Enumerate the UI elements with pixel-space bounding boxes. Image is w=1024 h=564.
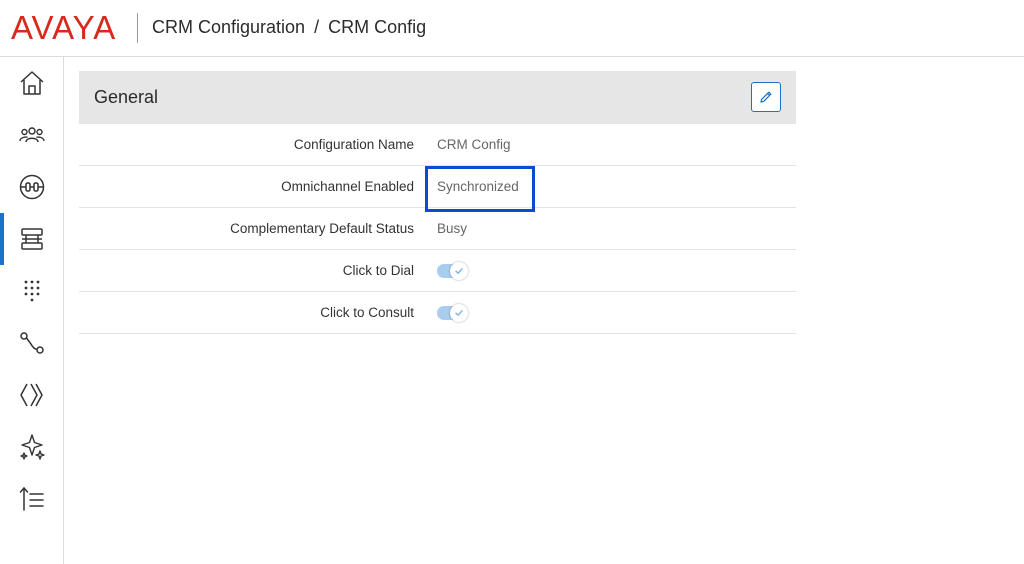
channels-icon [19, 174, 44, 200]
nav-configuration[interactable] [0, 213, 63, 265]
ai-sparkle-icon [19, 434, 45, 460]
breadcrumb-current: CRM Config [328, 17, 427, 37]
side-navigation [0, 57, 64, 564]
avaya-logo[interactable]: AVAYA [11, 9, 116, 46]
users-icon [18, 127, 45, 143]
row-value: Busy [437, 221, 468, 236]
toggle-knob [450, 304, 468, 322]
row-label: Configuration Name [293, 137, 414, 152]
row-configuration-name: Configuration Name CRM Config [79, 124, 796, 166]
check-icon [455, 310, 463, 316]
row-label: Click to Consult [320, 305, 414, 320]
row-complementary-default-status: Complementary Default Status Busy [79, 208, 796, 250]
card-header: General [79, 71, 796, 124]
row-label: Click to Dial [342, 263, 414, 278]
check-icon [455, 268, 463, 274]
routing-icon [19, 332, 44, 354]
row-label: Complementary Default Status [230, 221, 414, 236]
priority-list-icon [19, 486, 44, 511]
breadcrumb: CRM Configuration / CRM Config [152, 17, 426, 38]
nav-home[interactable] [0, 57, 63, 109]
card-title: General [94, 87, 159, 107]
edit-button[interactable] [751, 82, 781, 112]
row-omnichannel-enabled: Omnichannel Enabled Synchronized [79, 166, 796, 212]
general-card: General Configuration Name CRM Config Om… [79, 71, 796, 334]
breadcrumb-parent[interactable]: CRM Configuration [152, 17, 305, 38]
click-to-consult-toggle[interactable] [437, 304, 468, 322]
nav-users[interactable] [0, 109, 63, 161]
configuration-icon [20, 228, 43, 250]
row-value: Synchronized [437, 179, 519, 194]
row-click-to-consult: Click to Consult [79, 292, 796, 334]
integrations-icon [19, 383, 43, 407]
header-divider [137, 13, 138, 43]
row-value: CRM Config [437, 137, 511, 152]
breadcrumb-separator: / [314, 17, 320, 37]
nav-routing[interactable] [0, 317, 63, 369]
nav-channels[interactable] [0, 161, 63, 213]
top-header: AVAYA CRM Configuration / CRM Config [0, 0, 1024, 57]
nav-integrations[interactable] [0, 369, 63, 421]
nav-dialpad[interactable] [0, 265, 63, 317]
toggle-knob [450, 262, 468, 280]
row-click-to-dial: Click to Dial [79, 250, 796, 292]
dialpad-icon [24, 280, 39, 302]
nav-priority-list[interactable] [0, 473, 63, 525]
click-to-dial-toggle[interactable] [437, 262, 468, 280]
home-icon [19, 71, 44, 95]
row-label: Omnichannel Enabled [281, 179, 414, 194]
pencil-icon [760, 91, 772, 103]
nav-ai[interactable] [0, 421, 63, 473]
